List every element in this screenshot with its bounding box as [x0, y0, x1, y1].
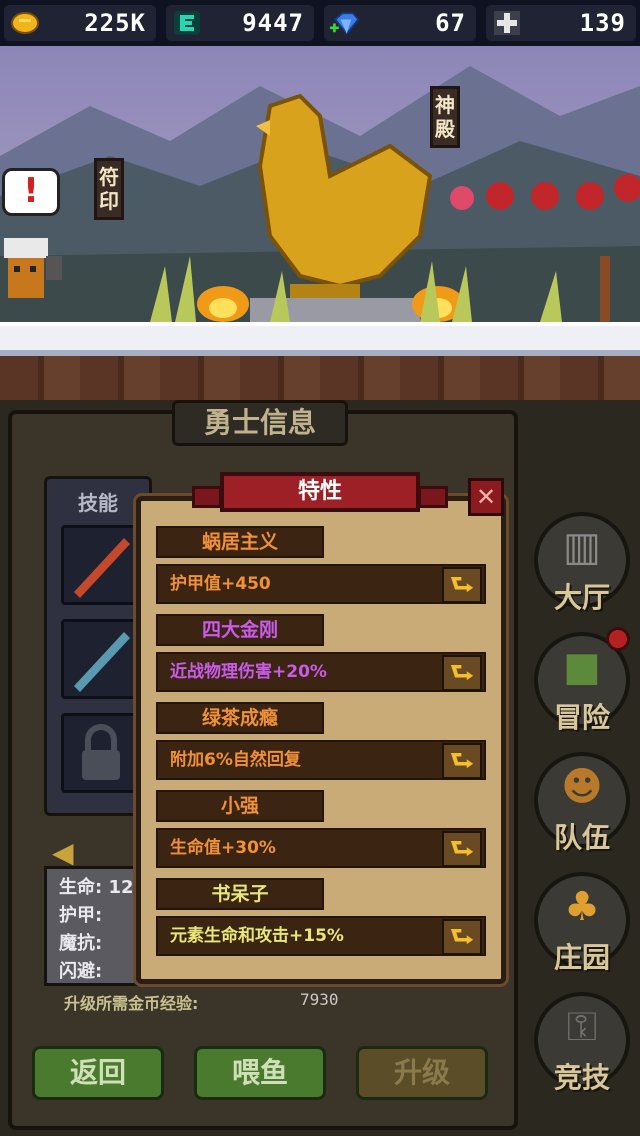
nav-team[interactable]: ☻ 队伍	[528, 748, 636, 864]
feed-fish-button[interactable]: 喂鱼	[194, 1046, 326, 1100]
trait-name: 绿茶成瘾	[156, 702, 324, 734]
resource-bar: 225K 9447 67 139	[0, 0, 640, 46]
energy-icon	[174, 11, 200, 35]
trait-row: 近战物理伤害+20% ⮑	[156, 652, 486, 692]
trait-row: 元素生命和攻击+15% ⮑	[156, 916, 486, 956]
cross-value: 139	[579, 9, 626, 37]
nav-team-label: 队伍	[553, 821, 610, 854]
swap-trait-icon[interactable]: ⮑	[442, 831, 482, 867]
close-icon[interactable]: ✕	[468, 478, 504, 516]
energy-value: 9447	[242, 9, 304, 37]
swap-trait-icon[interactable]: ⮑	[442, 919, 482, 955]
red-sword-icon	[74, 538, 130, 598]
manor-icon: ♣	[564, 884, 600, 930]
gold-value: 225K	[84, 9, 146, 37]
skill-slot-1[interactable]	[61, 525, 141, 605]
stat-magic-res: 魔抗:	[59, 933, 103, 954]
energy-counter: 9447	[166, 5, 314, 41]
trait-row: 护甲值+450 ⮑	[156, 564, 486, 604]
upgrade-cost-value: 7930	[300, 990, 339, 1009]
trait-desc: 护甲值+450	[170, 574, 271, 594]
notification-dot	[606, 627, 630, 651]
stat-life: 生命: 12	[59, 877, 134, 898]
upgrade-button[interactable]: 升级	[356, 1046, 488, 1100]
gem-plus-icon	[330, 12, 360, 35]
nav-arena-label: 竞技	[553, 1061, 610, 1094]
cross-icon	[494, 11, 520, 35]
team-icon: ☻	[561, 764, 603, 810]
swap-trait-icon[interactable]: ⮑	[442, 743, 482, 779]
gem-value: 67	[435, 9, 466, 37]
swap-trait-icon[interactable]: ⮑	[442, 655, 482, 691]
snow-ground	[0, 322, 640, 356]
stat-dodge: 闪避:	[59, 961, 103, 982]
nav-manor-label: 庄园	[553, 941, 610, 974]
alert-speech-bubble[interactable]: !	[2, 168, 60, 216]
modal-tab-wing-right	[418, 486, 448, 508]
nav-arena[interactable]: ⚿ 竞技	[528, 988, 636, 1104]
upgrade-cost-label: 升级所需金币经验:	[64, 994, 199, 1013]
temple-sign[interactable]: 神殿	[430, 86, 460, 148]
modal-title: 特性	[220, 472, 420, 512]
lock-icon	[82, 724, 120, 780]
adventure-icon: ■	[563, 644, 601, 690]
gold-counter: 225K	[4, 5, 156, 41]
panel-title: 勇士信息	[172, 400, 348, 446]
nav-adventure-label: 冒险	[553, 701, 610, 734]
skill-slot-locked	[61, 713, 141, 793]
seal-sign[interactable]: 符印	[94, 158, 124, 220]
nav-manor[interactable]: ♣ 庄园	[528, 868, 636, 984]
skill-slot-2[interactable]	[61, 619, 141, 699]
back-button[interactable]: 返回	[32, 1046, 164, 1100]
cross-counter: 139	[486, 5, 636, 41]
hall-icon: ▥	[563, 524, 601, 570]
prev-hero-arrow-icon[interactable]: ◀	[52, 836, 74, 869]
trait-row: 附加6%自然回复 ⮑	[156, 740, 486, 780]
skills-label: 技能	[78, 491, 118, 515]
trait-name: 小强	[156, 790, 324, 822]
gem-counter[interactable]: 67	[324, 5, 476, 41]
trait-desc: 附加6%自然回复	[170, 750, 301, 770]
trait-name: 书呆子	[156, 878, 324, 910]
swap-trait-icon[interactable]: ⮑	[442, 567, 482, 603]
trait-name: 四大金刚	[156, 614, 324, 646]
temple-scene: 符印 神殿 !	[0, 46, 640, 400]
trait-name: 蜗居主义	[156, 526, 324, 558]
nav-hall-label: 大厅	[553, 581, 610, 614]
trait-row: 生命值+30% ⮑	[156, 828, 486, 868]
modal-tab-wing-left	[192, 486, 222, 508]
trait-desc: 近战物理伤害+20%	[170, 662, 327, 682]
arena-lock-icon: ⚿	[566, 1004, 598, 1050]
trait-desc: 生命值+30%	[170, 838, 276, 858]
blue-sword-icon	[74, 632, 130, 692]
nav-hall[interactable]: ▥ 大厅	[528, 508, 636, 624]
stat-armor: 护甲:	[59, 905, 103, 926]
gold-coin-icon	[11, 12, 39, 34]
dirt-ground	[0, 356, 640, 400]
trait-desc: 元素生命和攻击+15%	[170, 926, 344, 946]
